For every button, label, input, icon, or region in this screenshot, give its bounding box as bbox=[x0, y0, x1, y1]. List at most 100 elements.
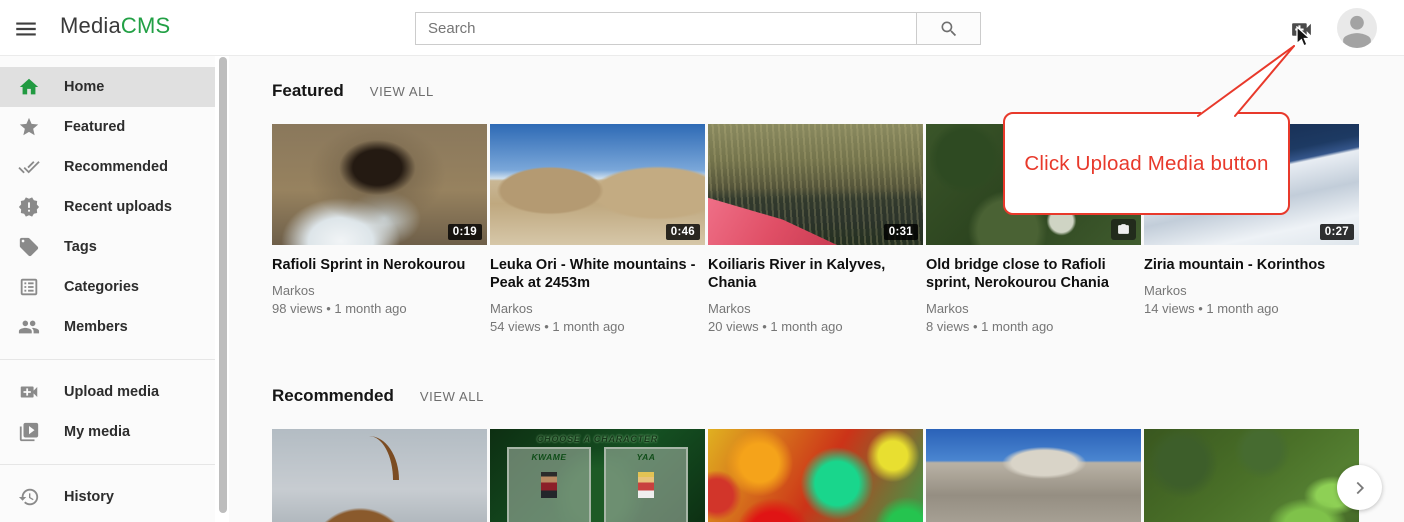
video-meta: 54 views • 1 month ago bbox=[490, 318, 705, 336]
video-thumbnail[interactable]: 0:46 bbox=[490, 124, 705, 245]
sidebar-item-tags[interactable]: Tags bbox=[0, 227, 215, 267]
video-title[interactable]: Ziria mountain - Korinthos bbox=[1144, 256, 1359, 274]
sidebar-item-history[interactable]: History bbox=[0, 477, 215, 517]
section-title: Featured bbox=[272, 81, 344, 101]
section-header: Featured VIEW ALL bbox=[272, 81, 1404, 101]
brand-cms: CMS bbox=[121, 13, 171, 38]
search-bar bbox=[415, 12, 981, 45]
video-meta: 8 views • 1 month ago bbox=[926, 318, 1141, 336]
video-thumbnail[interactable] bbox=[708, 429, 923, 522]
character-sprite bbox=[638, 472, 654, 498]
video-card[interactable] bbox=[1144, 429, 1359, 522]
sidebar-item-label: Members bbox=[64, 319, 128, 335]
star-icon bbox=[18, 116, 40, 138]
home-icon bbox=[18, 76, 40, 98]
sidebar-item-home[interactable]: Home bbox=[0, 67, 215, 107]
view-all-link[interactable]: VIEW ALL bbox=[370, 84, 434, 99]
video-meta: 20 views • 1 month ago bbox=[708, 318, 923, 336]
video-thumbnail[interactable]: CHOOSE A CHARACTERKWAMESelectedYAASelect bbox=[490, 429, 705, 522]
sidebar: Home Featured Recommended Recent uploads… bbox=[0, 56, 215, 522]
video-author[interactable]: Markos bbox=[1144, 282, 1359, 300]
sidebar-item-label: History bbox=[64, 489, 114, 505]
sidebar-secondary-group: Upload media My media bbox=[0, 372, 215, 452]
video-thumbnail[interactable] bbox=[1144, 429, 1359, 522]
video-thumbnail[interactable]: 0:19 bbox=[272, 124, 487, 245]
brand-media: Media bbox=[60, 13, 121, 38]
brand-logo[interactable]: MediaCMS bbox=[60, 13, 170, 39]
video-card[interactable] bbox=[708, 429, 923, 522]
upload-media-icon bbox=[18, 381, 40, 403]
menu-button[interactable] bbox=[13, 15, 41, 43]
sidebar-item-label: Featured bbox=[64, 119, 125, 135]
video-author[interactable]: Markos bbox=[272, 282, 487, 300]
video-author[interactable]: Markos bbox=[708, 300, 923, 318]
search-input[interactable] bbox=[415, 12, 917, 45]
home-icon bbox=[18, 76, 40, 98]
history-icon bbox=[18, 486, 40, 508]
scrollbar-thumb[interactable] bbox=[219, 57, 227, 513]
video-call-icon bbox=[1289, 17, 1314, 42]
new-releases-icon bbox=[18, 196, 40, 218]
sidebar-item-my-media[interactable]: My media bbox=[0, 412, 215, 452]
video-meta: 14 views • 1 month ago bbox=[1144, 300, 1359, 318]
video-thumbnail[interactable] bbox=[272, 429, 487, 522]
duration-badge: 0:27 bbox=[1320, 224, 1354, 240]
members-icon bbox=[18, 316, 40, 338]
menu-icon bbox=[13, 16, 39, 42]
recommended-section: Recommended VIEW ALL CHOOSE A CHARACTERK… bbox=[272, 386, 1404, 522]
sidebar-item-categories[interactable]: Categories bbox=[0, 267, 215, 307]
my-media-icon bbox=[18, 421, 40, 443]
sidebar-item-members[interactable]: Members bbox=[0, 307, 215, 347]
sidebar-item-label: Recent uploads bbox=[64, 199, 172, 215]
video-title[interactable]: Old bridge close to Rafioli sprint, Nero… bbox=[926, 256, 1141, 292]
section-header: Recommended VIEW ALL bbox=[272, 386, 1404, 406]
search-icon bbox=[939, 19, 959, 39]
new-releases-icon bbox=[18, 196, 40, 218]
done-all-icon bbox=[18, 156, 40, 178]
duration-badge: 0:31 bbox=[884, 224, 918, 240]
video-title[interactable]: Koiliaris River in Kalyves, Chania bbox=[708, 256, 923, 292]
recommended-card-row: CHOOSE A CHARACTERKWAMESelectedYAASelect bbox=[272, 429, 1404, 522]
video-card[interactable] bbox=[926, 429, 1141, 522]
sidebar-item-featured[interactable]: Featured bbox=[0, 107, 215, 147]
annotation-callout: Click Upload Media button bbox=[1003, 112, 1290, 215]
categories-icon bbox=[18, 276, 40, 298]
person-icon bbox=[1337, 8, 1377, 48]
sidebar-tertiary-group: History bbox=[0, 477, 215, 517]
video-thumbnail[interactable] bbox=[926, 429, 1141, 522]
sidebar-divider bbox=[0, 359, 215, 360]
video-title[interactable]: Leuka Ori - White mountains - Peak at 24… bbox=[490, 256, 705, 292]
upload-media-icon bbox=[18, 381, 40, 403]
sidebar-item-label: Recommended bbox=[64, 159, 168, 175]
video-card[interactable]: 0:46 Leuka Ori - White mountains - Peak … bbox=[490, 124, 705, 336]
sidebar-divider bbox=[0, 464, 215, 465]
sidebar-item-label: Tags bbox=[64, 239, 97, 255]
view-all-link[interactable]: VIEW ALL bbox=[420, 389, 484, 404]
video-card[interactable]: CHOOSE A CHARACTERKWAMESelectedYAASelect bbox=[490, 429, 705, 522]
sidebar-item-recommended[interactable]: Recommended bbox=[0, 147, 215, 187]
sidebar-item-label: Categories bbox=[64, 279, 139, 295]
avatar-button[interactable] bbox=[1337, 8, 1377, 48]
annotation-text: Click Upload Media button bbox=[1024, 152, 1268, 176]
video-author[interactable]: Markos bbox=[490, 300, 705, 318]
video-card[interactable]: 0:31 Koiliaris River in Kalyves, Chania … bbox=[708, 124, 923, 336]
sidebar-item-label: My media bbox=[64, 424, 130, 440]
my-media-icon bbox=[18, 421, 40, 443]
tag-icon bbox=[18, 236, 40, 258]
carousel-next-button[interactable] bbox=[1337, 465, 1382, 510]
video-card[interactable] bbox=[272, 429, 487, 522]
top-bar: MediaCMS bbox=[0, 0, 1404, 56]
thumbnail-overlay-text: CHOOSE A CHARACTERKWAMESelectedYAASelect bbox=[490, 429, 705, 522]
video-title[interactable]: Rafioli Sprint in Nerokourou bbox=[272, 256, 487, 274]
sidebar-scrollbar[interactable] bbox=[218, 56, 228, 522]
sidebar-item-label: Upload media bbox=[64, 384, 159, 400]
character-panel: YAASelect bbox=[604, 447, 688, 522]
sidebar-item-upload-media[interactable]: Upload media bbox=[0, 372, 215, 412]
duration-badge: 0:46 bbox=[666, 224, 700, 240]
video-author[interactable]: Markos bbox=[926, 300, 1141, 318]
sidebar-item-recent-uploads[interactable]: Recent uploads bbox=[0, 187, 215, 227]
video-card[interactable]: 0:19 Rafioli Sprint in Nerokourou Markos… bbox=[272, 124, 487, 336]
video-thumbnail[interactable]: 0:31 bbox=[708, 124, 923, 245]
search-button[interactable] bbox=[917, 12, 981, 45]
upload-media-button[interactable] bbox=[1289, 15, 1317, 43]
